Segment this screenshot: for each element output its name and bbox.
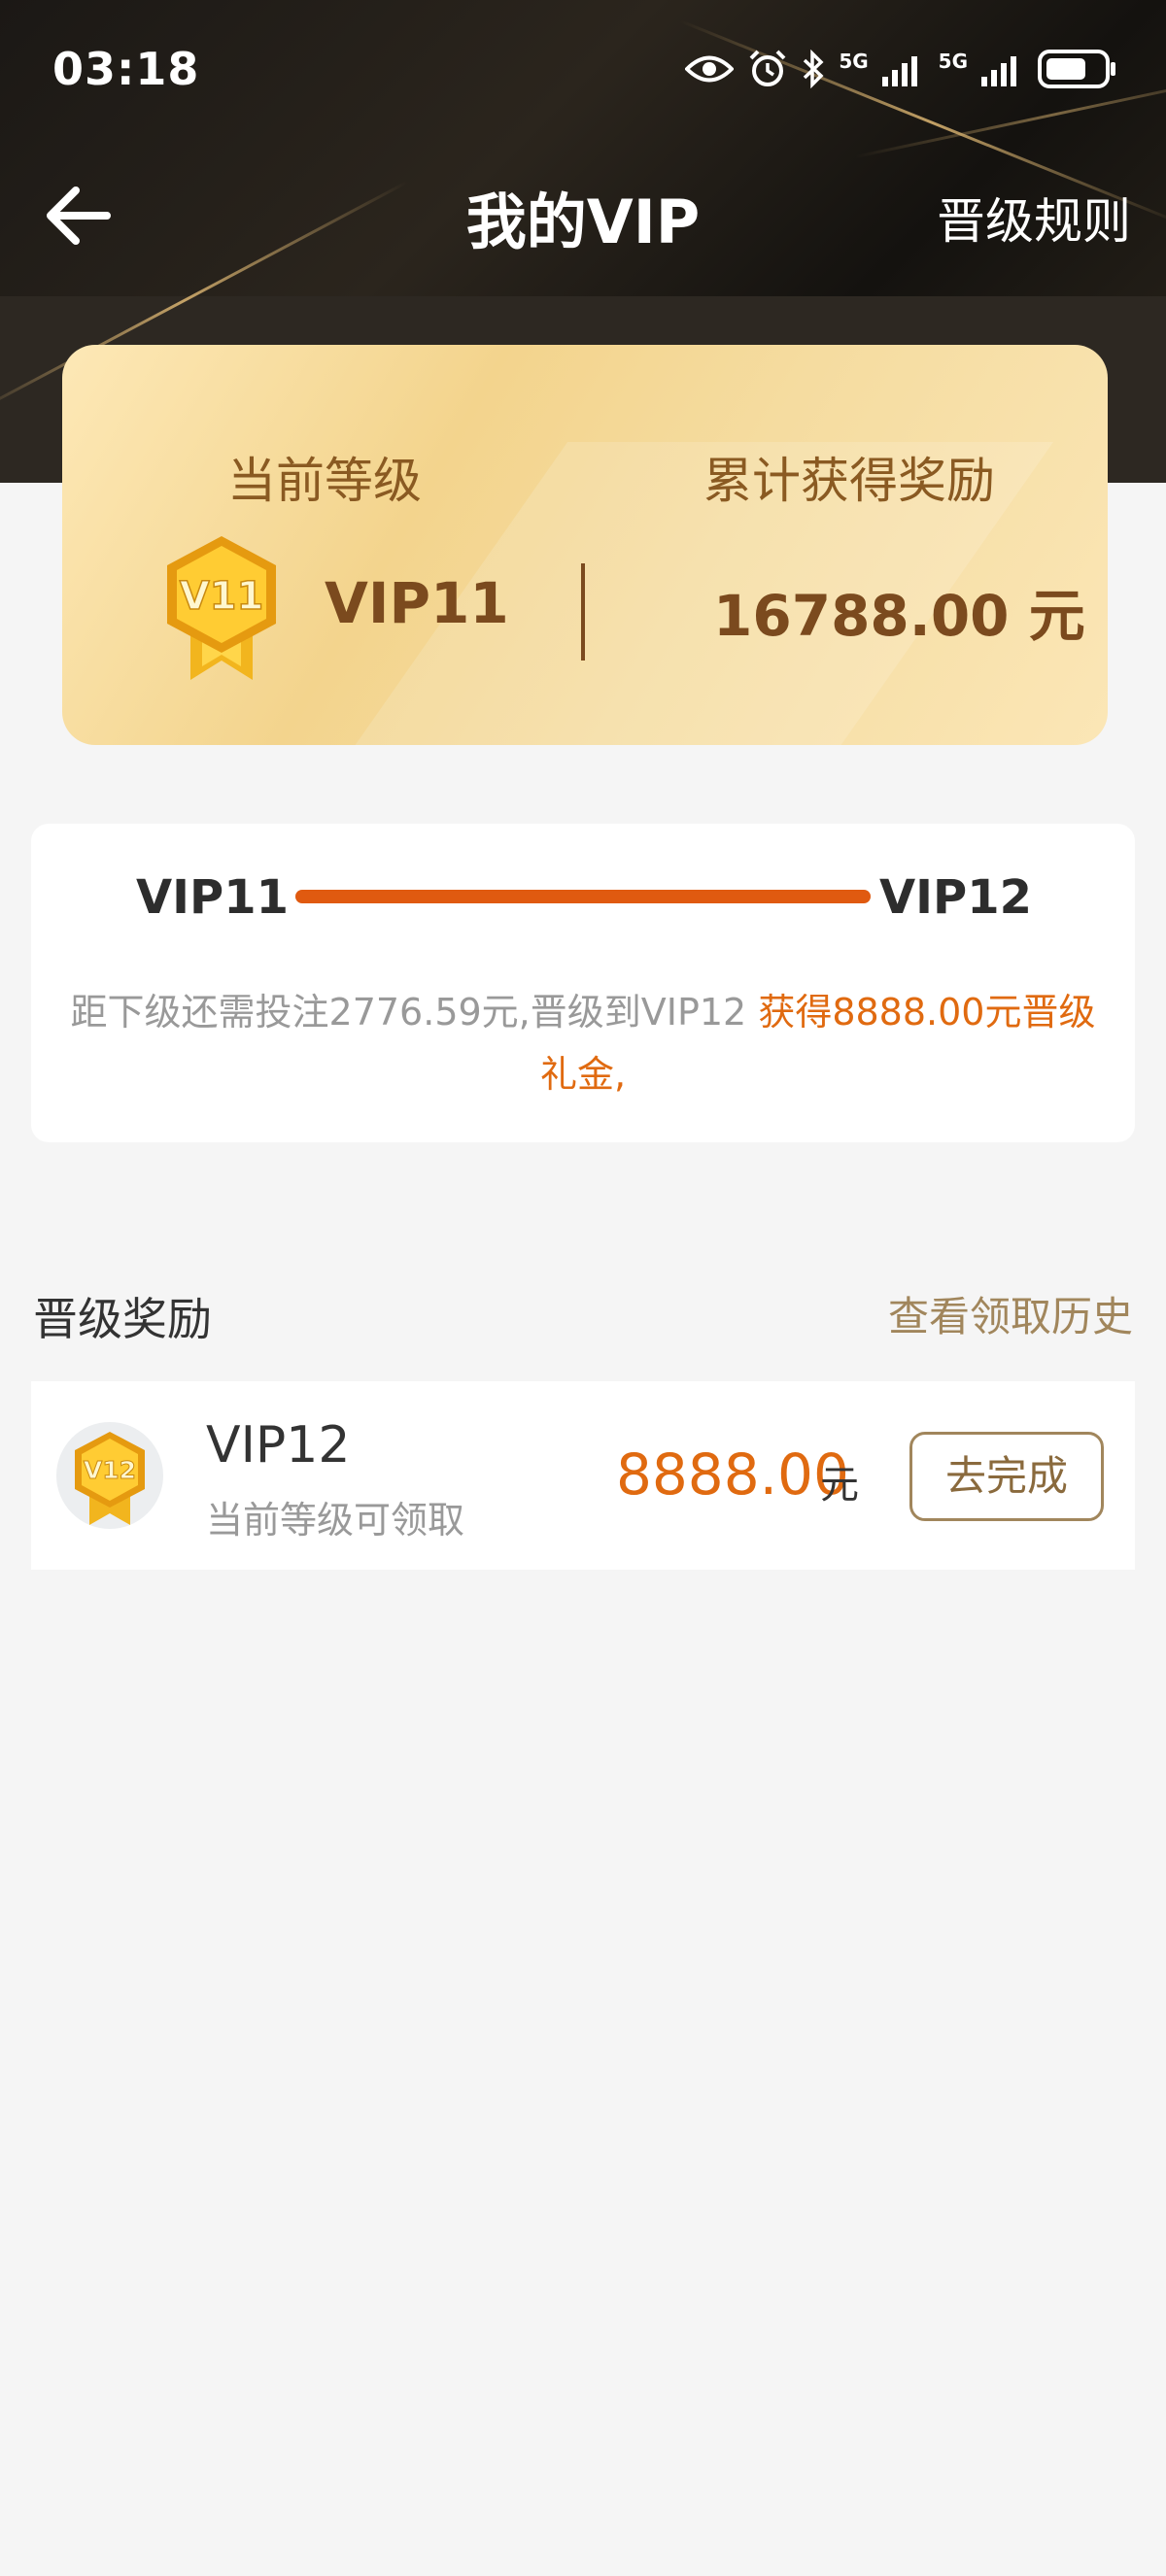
reward-amount: 8888.00 <box>616 1441 849 1508</box>
signal-icon <box>881 56 917 86</box>
reward-subtitle: 当前等级可领取 <box>206 1499 465 1542</box>
card-divider <box>581 563 585 661</box>
status-icons: 5G 5G <box>685 49 1117 89</box>
network-type-label: 5G <box>938 50 968 73</box>
section-title: 晋级奖励 <box>33 1293 212 1345</box>
rules-link[interactable]: 晋级规则 <box>937 183 1131 253</box>
signal-icon <box>981 56 1016 86</box>
eye-icon <box>685 55 735 83</box>
go-complete-button[interactable]: 去完成 <box>909 1432 1104 1521</box>
reward-badge-circle: V12 <box>56 1422 163 1529</box>
progress-description: 距下级还需投注2776.59元,晋级到VIP12 获得8888.00元晋级礼金, <box>70 981 1096 1105</box>
current-level-value: VIP11 <box>325 570 509 636</box>
status-time: 03:18 <box>52 43 200 95</box>
total-reward-value: 16788.00 元 <box>713 583 1085 649</box>
bluetooth-icon <box>804 50 824 88</box>
badge-text: V12 <box>84 1456 136 1484</box>
reward-unit: 元 <box>820 1463 859 1508</box>
vip-badge-icon: V11 <box>167 536 276 680</box>
battery-icon <box>1038 50 1115 88</box>
badge-text: V11 <box>180 574 264 619</box>
current-level-label: 当前等级 <box>227 453 422 509</box>
progress-bar-fill <box>295 890 871 903</box>
progress-text-gray: 距下级还需投注2776.59元,晋级到VIP12 <box>70 991 759 1034</box>
alarm-icon <box>749 50 786 86</box>
vip-summary-card: 当前等级 累计获得奖励 V11 VIP11 16788.00 元 <box>62 345 1108 745</box>
reward-item: V12 VIP12 当前等级可领取 8888.00 元 去完成 <box>31 1381 1135 1570</box>
level-progress-card: VIP11 VIP12 距下级还需投注2776.59元,晋级到VIP12 获得8… <box>31 824 1135 1142</box>
view-history-link[interactable]: 查看领取历史 <box>888 1284 1133 1343</box>
progress-from-level: VIP11 <box>136 870 289 925</box>
status-bar: 03:18 5G 5G <box>0 0 1166 146</box>
network-type-label: 5G <box>839 50 869 73</box>
vip-badge-icon: V12 <box>75 1432 145 1525</box>
nav-bar: 我的VIP 晋级规则 <box>0 155 1166 272</box>
progress-bar <box>295 890 871 903</box>
total-reward-label: 累计获得奖励 <box>703 453 995 509</box>
progress-to-level: VIP12 <box>879 870 1032 925</box>
reward-level: VIP12 <box>206 1416 351 1474</box>
